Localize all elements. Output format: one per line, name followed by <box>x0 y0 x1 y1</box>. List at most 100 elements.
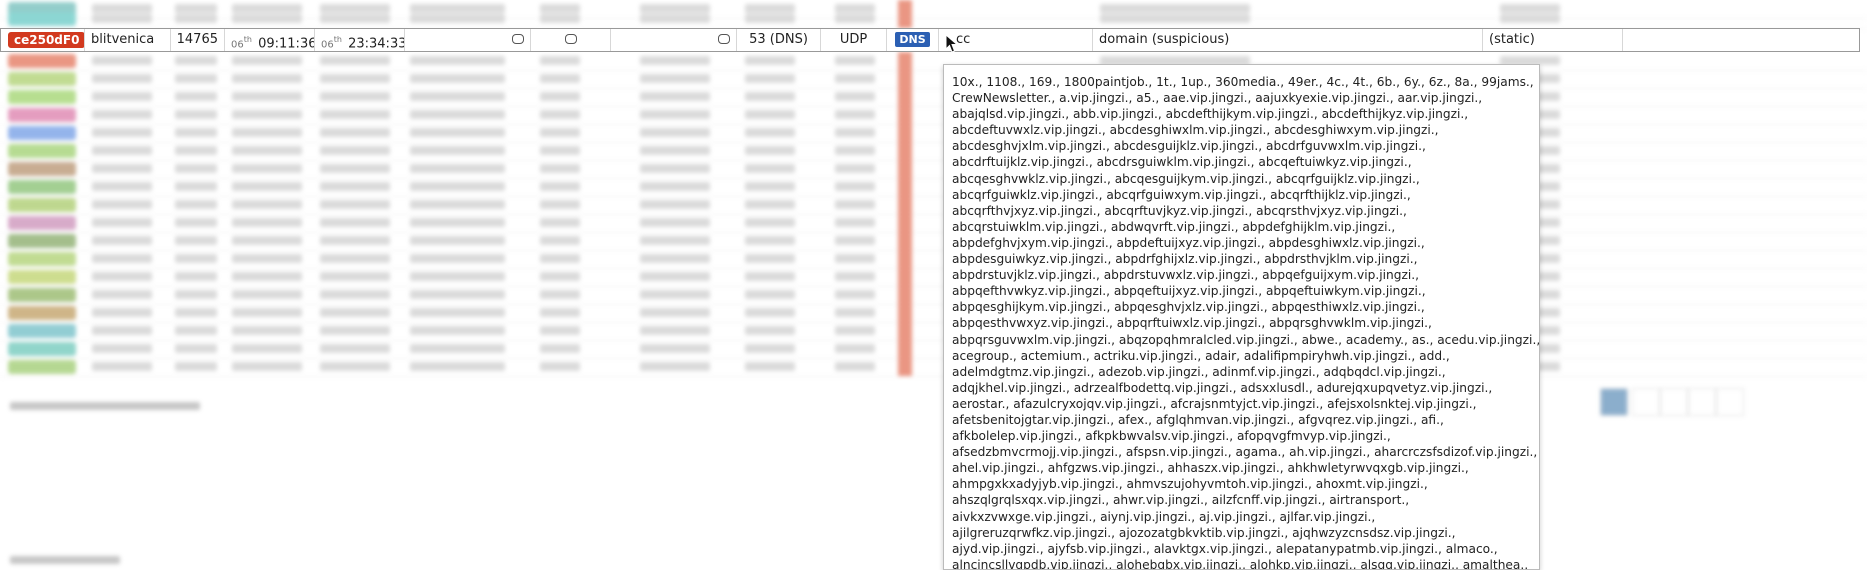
blurred-cell <box>745 290 795 299</box>
blurred-cell <box>835 182 875 191</box>
cell-comment-1[interactable] <box>405 29 531 51</box>
comment-icon[interactable] <box>512 34 524 44</box>
tooltip-line: abpqrsguvwxlm.vip.jingzi., abqzopqhmralc… <box>952 332 1540 347</box>
blurred-cell <box>175 74 217 83</box>
blurred-cell <box>640 326 710 335</box>
blurred-cell <box>232 14 302 23</box>
blurred-cell <box>835 74 875 83</box>
blurred-cell <box>540 74 580 83</box>
blurred-cell <box>320 344 390 353</box>
blurred-cell <box>835 146 875 155</box>
blurred-cell <box>745 146 795 155</box>
cell-last-seen: 06th 23:34:33 <box>315 29 405 51</box>
blurred-cell <box>540 182 580 191</box>
last-seen-time: 23:34:33 <box>348 36 405 51</box>
blurred-cell <box>320 92 390 101</box>
mouse-cursor-icon <box>945 34 959 53</box>
id-badge[interactable]: ce250dF0 <box>8 32 84 48</box>
tooltip-line: alncjncsllvgpdb.vip.jingzi., alohebgbx.v… <box>952 557 1529 570</box>
blurred-badge <box>8 270 76 284</box>
blurred-cell <box>92 344 152 353</box>
cell-query[interactable]: cc <box>939 29 1093 51</box>
blurred-cell <box>232 218 302 227</box>
blurred-pager-button <box>1632 388 1660 416</box>
blurred-red-marker <box>898 160 912 178</box>
blurred-cell <box>320 128 390 137</box>
blurred-red-marker <box>898 340 912 358</box>
table-row-highlighted[interactable]: ce250dF0 blitvenica 14765 06th 09:11:36 … <box>0 28 1860 52</box>
blurred-cell <box>92 14 152 23</box>
blurred-cell <box>232 326 302 335</box>
blurred-cell <box>745 362 795 371</box>
blurred-cell <box>640 272 710 281</box>
blurred-cell <box>640 290 710 299</box>
blurred-cell <box>410 326 505 335</box>
blurred-cell <box>320 326 390 335</box>
blurred-row <box>0 268 1867 287</box>
dns-badge[interactable]: DNS <box>895 32 930 47</box>
blurred-cell <box>1500 14 1560 23</box>
comment-icon[interactable] <box>718 34 730 44</box>
blurred-red-marker <box>898 106 912 124</box>
comment-icon[interactable] <box>564 34 577 44</box>
tooltip-line: afsedzbmvcrmojj.vip.jingzi., afspsn.vip.… <box>952 445 1538 460</box>
blurred-red-marker <box>898 142 912 160</box>
blurred-cell <box>175 14 217 23</box>
blurred-cell <box>232 344 302 353</box>
tooltip-line: ajyd.vip.jingzi., ajyfsb.vip.jingzi., al… <box>952 541 1498 556</box>
tooltip-line: adelmdgtmz.vip.jingzi., adezob.vip.jingz… <box>952 364 1446 379</box>
blurred-cell <box>835 308 875 317</box>
cell-category: domain (suspicious) <box>1093 29 1483 51</box>
cell-first-seen: 06th 09:11:36 <box>225 29 315 51</box>
blurred-cell <box>232 74 302 83</box>
blurred-cell <box>175 164 217 173</box>
blurred-cell <box>410 164 505 173</box>
tooltip-line: aerostar., afazulcryxojqv.vip.jingzi., a… <box>952 396 1477 411</box>
blurred-cell <box>175 272 217 281</box>
blurred-cell <box>320 14 390 23</box>
blurred-cell <box>232 182 302 191</box>
blurred-cell <box>410 56 505 65</box>
tooltip-line: acegroup., actemium., actriku.vip.jingzi… <box>952 348 1450 363</box>
cell-comment-2[interactable] <box>531 29 611 51</box>
blurred-row <box>0 196 1867 215</box>
blurred-cell <box>835 92 875 101</box>
blurred-cell <box>92 308 152 317</box>
tooltip-line: afetsbenitojgtar.vip.jingzi., afex., afg… <box>952 412 1444 427</box>
blurred-cell <box>175 326 217 335</box>
blurred-cell <box>540 92 580 101</box>
blurred-row <box>0 250 1867 269</box>
blurred-cell <box>640 254 710 263</box>
blurred-cell <box>320 218 390 227</box>
tooltip-line: ajilgreruzqrwfkz.vip.jingzi., ajozozatgb… <box>952 525 1456 540</box>
blurred-cell <box>540 218 580 227</box>
blurred-cell <box>92 128 152 137</box>
blurred-cell <box>745 272 795 281</box>
tooltip-line: adqjkhel.vip.jingzi., adrzealfbodettq.vi… <box>952 380 1493 395</box>
blurred-cell <box>320 236 390 245</box>
first-seen-day: 06 <box>231 39 244 51</box>
blurred-cell <box>540 272 580 281</box>
blurred-cell <box>640 164 710 173</box>
blurred-cell <box>232 272 302 281</box>
cell-comment-3[interactable] <box>611 29 737 51</box>
blurred-badge <box>8 126 76 140</box>
blurred-cell <box>1100 14 1250 23</box>
tooltip-line: abpdesguiwkyz.vip.jingzi., abpdrfghijxlz… <box>952 252 1418 267</box>
blurred-cell <box>410 200 505 209</box>
blurred-cell <box>640 128 710 137</box>
blurred-red-marker <box>898 286 912 304</box>
cell-proto-badge: DNS <box>887 29 939 51</box>
blurred-cell <box>92 92 152 101</box>
blurred-cell <box>232 308 302 317</box>
blurred-cell <box>410 272 505 281</box>
blurred-cell <box>745 200 795 209</box>
blurred-cell <box>92 74 152 83</box>
blurred-cell <box>835 236 875 245</box>
blurred-cell <box>410 146 505 155</box>
blurred-cell <box>540 236 580 245</box>
blurred-cell <box>835 218 875 227</box>
blurred-cell <box>745 128 795 137</box>
blurred-cell <box>640 308 710 317</box>
blurred-cell <box>745 14 795 23</box>
